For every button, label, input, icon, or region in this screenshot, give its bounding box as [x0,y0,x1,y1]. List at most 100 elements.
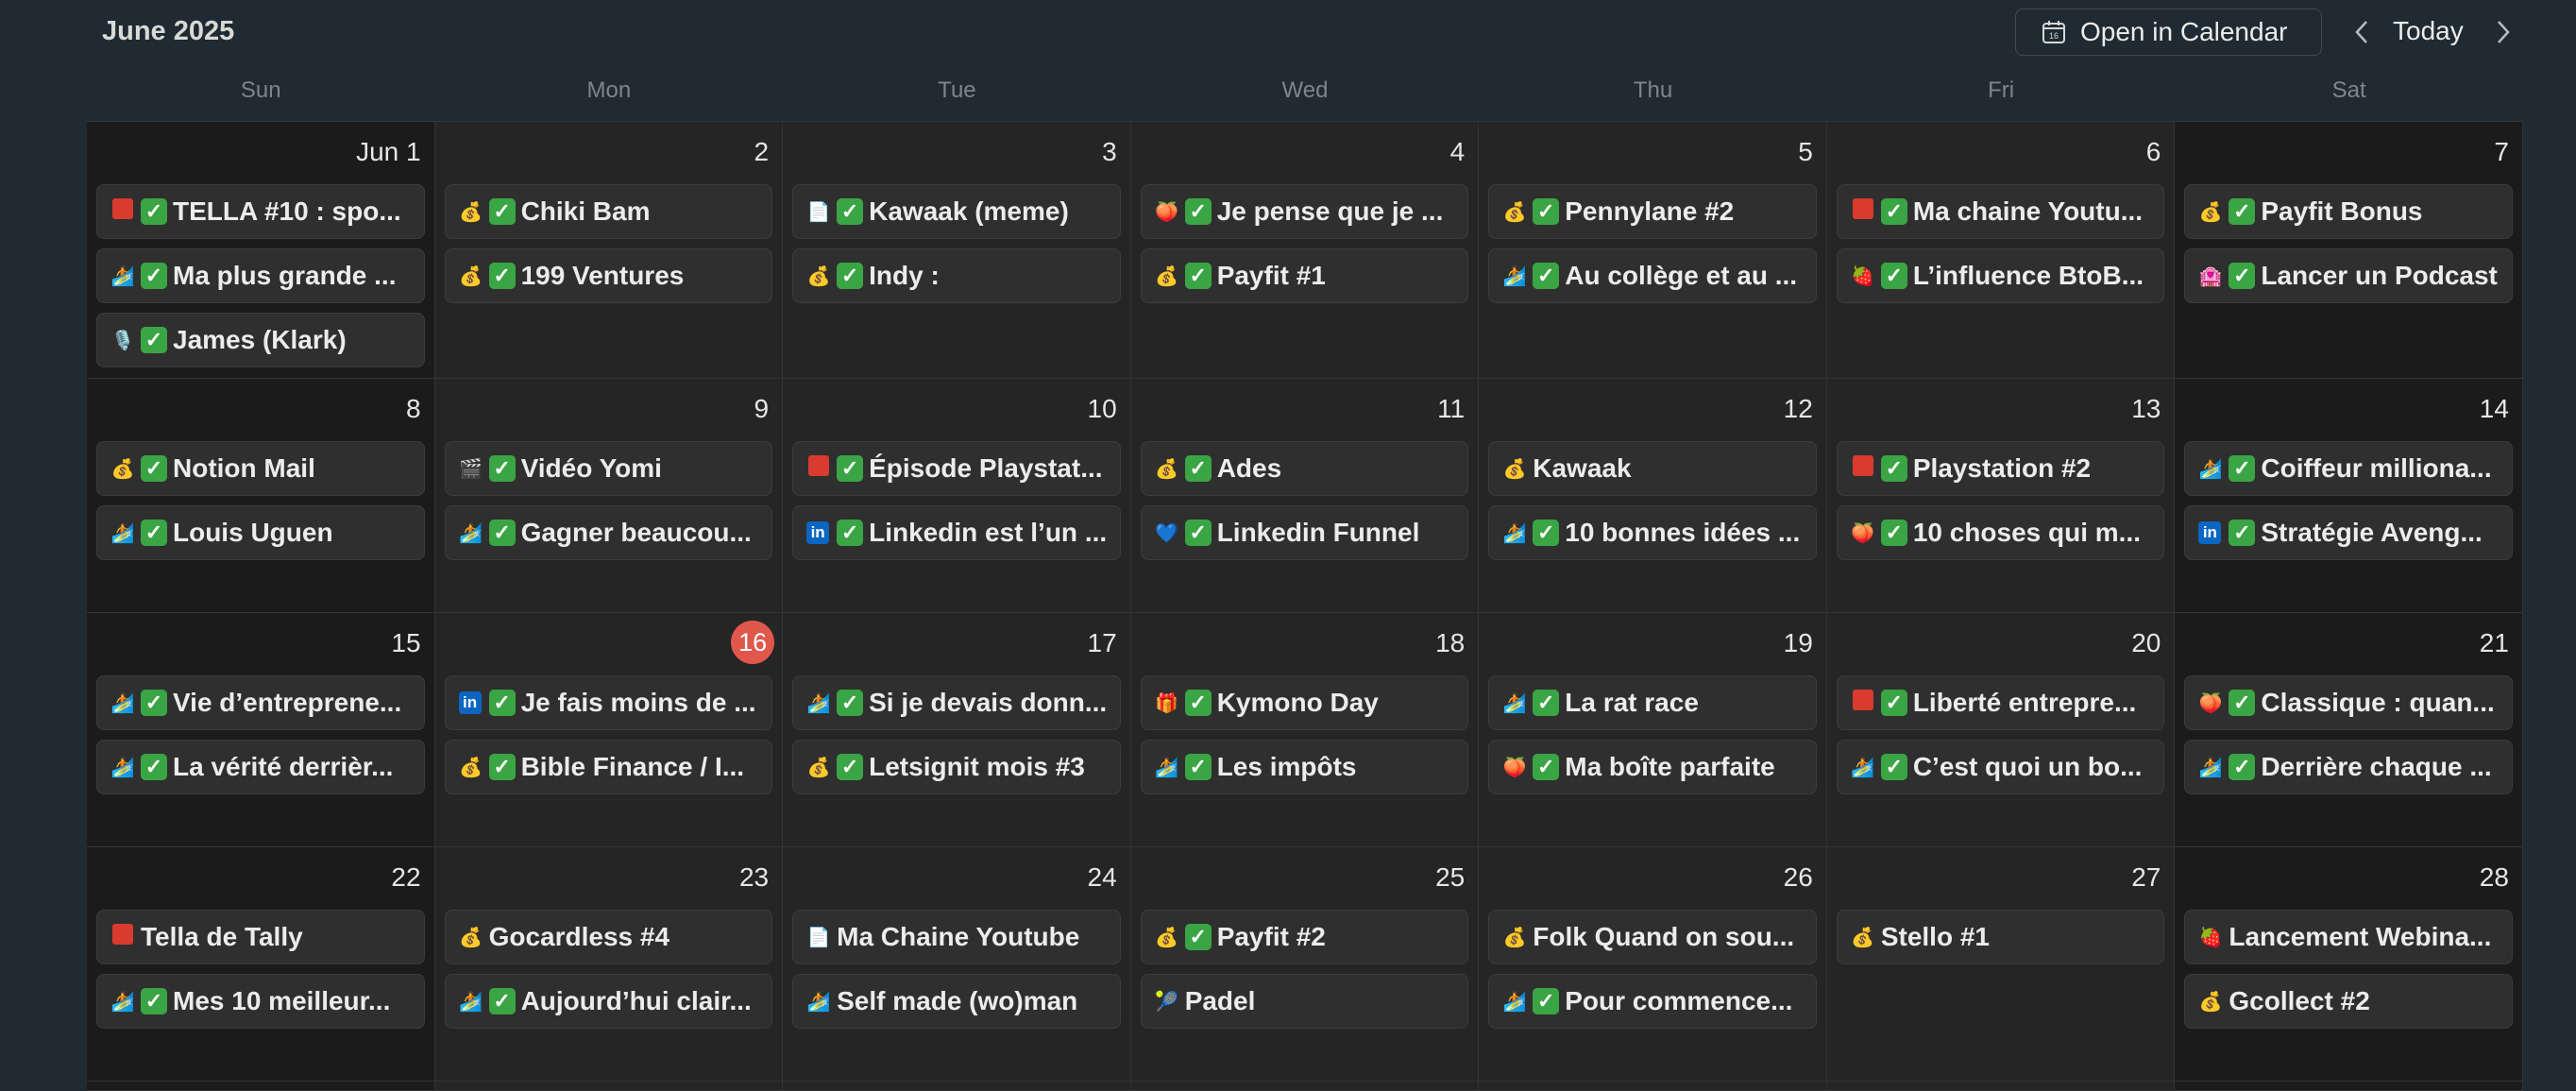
day-cell[interactable]: 15 🏄 ✓ Vie d’entreprene... 🏄 ✓ La vérité derri… [87,613,435,847]
event-chip[interactable]: 🏄 Self made (wo)man [792,974,1121,1029]
event-chip[interactable]: 🏄 ✓ Si je devais donn... [792,675,1121,730]
day-cell[interactable]: 4 🍑 ✓ Je pense que je ... 💰 ✓ Payfit #1 [1130,122,1480,379]
day-cell[interactable]: 6 ✓ Ma chaine Youtu... 🍓 ✓ L’influence BtoB..… [1826,122,2176,379]
event-chip[interactable]: 💰 ✓ Notion Mail [96,441,425,496]
event-chip[interactable]: ✓ TELLA #10 : spo... [96,184,425,239]
event-chip[interactable]: 🏄 ✓ Pour commence... [1488,974,1817,1029]
event-chip[interactable]: 🎬 ✓ Vidéo Yomi [444,441,773,496]
day-cell[interactable]: 24 📄 Ma Chaine Youtube 🏄 Self made (wo)man [783,847,1131,1082]
event-title: La vérité derrièr... [173,752,394,781]
event-chip[interactable]: 🍑 ✓ Classique : quan... [2184,675,2513,730]
event-chip[interactable]: Tella de Tally [96,910,425,964]
event-chip[interactable]: 🍓 Lancement Webina... [2184,910,2513,964]
day-cell[interactable]: 22 Tella de Tally 🏄 ✓ Mes 10 meilleur... [87,847,435,1082]
day-cell[interactable]: 19 🏄 ✓ La rat race 🍑 ✓ Ma boîte parfaite [1479,613,1827,847]
day-cell[interactable]: 5 💰 ✓ Pennylane #2 🏄 ✓ Au collège et au ... [1479,122,1827,379]
checkmark-icon: ✓ [488,690,516,716]
event-chip[interactable]: 🏄 ✓ Coiffeur milliona... [2184,441,2513,496]
event-title: 10 bonnes idées ... [1565,518,1801,547]
event-chip[interactable]: 💰 Folk Quand on sou... [1488,910,1817,964]
day-cell[interactable]: 10 ✓ Épisode Playstat... in ✓ Linkedin est l’… [783,379,1131,613]
today-button[interactable]: Today [2393,16,2464,46]
event-chip[interactable]: 🍓 ✓ L’influence BtoB... [1836,248,2165,303]
event-chip[interactable]: 🏄 ✓ Ma plus grande ... [96,248,425,303]
event-chip[interactable]: 🏄 ✓ Au collège et au ... [1488,248,1817,303]
open-in-calendar-button[interactable]: 16 Open in Calendar [2015,9,2322,56]
day-cell[interactable]: 23 💰 Gocardless #4 🏄 ✓ Aujourd’hui clair... [434,847,784,1082]
next-month-button[interactable] [2489,13,2517,51]
event-chip[interactable]: 🏄 ✓ La vérité derrièr... [96,740,425,794]
day-number: 5 [1798,137,1813,166]
event-chip[interactable]: 📄 ✓ Kawaak (meme) [792,184,1121,239]
event-chip[interactable]: 💙 ✓ Linkedin Funnel [1140,505,1469,560]
event-chip[interactable]: 🏄 ✓ Mes 10 meilleur... [96,974,425,1029]
event-chip[interactable]: 🏩 ✓ Lancer un Podcast [2184,248,2513,303]
event-chip[interactable]: in ✓ Linkedin est l’un ... [792,505,1121,560]
day-cell[interactable]: Jun 1 ✓ TELLA #10 : spo... 🏄 ✓ Ma plus grande… [87,122,435,379]
event-title: Mes 10 meilleur... [173,986,391,1015]
money-bag-icon: 💰 [806,265,831,287]
event-chip[interactable]: 🏄 ✓ La rat race [1488,675,1817,730]
event-chip[interactable]: 🍑 ✓ Ma boîte parfaite [1488,740,1817,794]
day-cell[interactable]: 11 💰 ✓ Ades 💙 ✓ Linkedin Funnel [1130,379,1480,613]
day-cell[interactable]: 20 ✓ Liberté entrepre... 🏄 ✓ C’est quoi un bo… [1826,613,2176,847]
event-chip[interactable]: 💰 ✓ Payfit #1 [1140,248,1469,303]
event-chip[interactable]: ✓ Playstation #2 [1836,441,2165,496]
event-chip[interactable]: 💰 ✓ Chiki Bam [444,184,773,239]
day-cell[interactable]: 2 💰 ✓ Chiki Bam 💰 ✓ 199 Ventures [434,122,784,379]
day-cell[interactable]: 16 in ✓ Je fais moins de ... 💰 ✓ Bible Finance… [434,613,784,847]
day-cell[interactable]: 28 🍓 Lancement Webina... 💰 Gcollect #2 [2175,847,2523,1082]
event-chip[interactable]: 💰 ✓ Bible Finance / I... [444,740,773,794]
day-cell[interactable]: 7 💰 ✓ Payfit Bonus 🏩 ✓ Lancer un Podcast [2175,122,2523,379]
event-chip[interactable]: 📄 Ma Chaine Youtube [792,910,1121,964]
event-chip[interactable]: 🏄 ✓ Les impôts [1140,740,1469,794]
day-cell[interactable]: 14 🏄 ✓ Coiffeur milliona... in ✓ Stratégie Ave… [2175,379,2523,613]
event-chip[interactable]: 🍑 ✓ Je pense que je ... [1140,184,1469,239]
day-cell[interactable]: 9 🎬 ✓ Vidéo Yomi 🏄 ✓ Gagner beaucou... [434,379,784,613]
event-title: Gocardless #4 [488,922,670,951]
day-cell[interactable]: 18 🎁 ✓ Kymono Day 🏄 ✓ Les impôts [1130,613,1480,847]
event-chip[interactable]: 💰 ✓ Ades [1140,441,1469,496]
day-cell[interactable]: 27 💰 Stello #1 [1826,847,2176,1082]
event-chip[interactable]: 🏄 ✓ Derrière chaque ... [2184,740,2513,794]
event-chip[interactable]: 🎁 ✓ Kymono Day [1140,675,1469,730]
event-chip[interactable]: ✓ Liberté entrepre... [1836,675,2165,730]
day-cell[interactable]: 26 💰 Folk Quand on sou... 🏄 ✓ Pour commence..… [1479,847,1827,1082]
event-chip[interactable]: 💰 ✓ 199 Ventures [444,248,773,303]
event-chip[interactable]: 💰 ✓ Indy : [792,248,1121,303]
event-chip[interactable]: 💰 ✓ Pennylane #2 [1488,184,1817,239]
day-cell[interactable]: 12 💰 Kawaak 🏄 ✓ 10 bonnes idées ... [1479,379,1827,613]
event-chip[interactable]: 🏄 ✓ Aujourd’hui clair... [444,974,773,1029]
day-cell[interactable]: 13 ✓ Playstation #2 🍑 ✓ 10 choses qui m... [1826,379,2176,613]
event-chip[interactable]: 🏄 ✓ C’est quoi un bo... [1836,740,2165,794]
event-chip[interactable]: 💰 Kawaak [1488,441,1817,496]
linkedin-icon: in [2198,521,2223,544]
money-bag-icon: 💰 [1502,458,1527,480]
day-cell[interactable]: 17 🏄 ✓ Si je devais donn... 💰 ✓ Letsignit mois… [783,613,1131,847]
day-cell[interactable]: 3 📄 ✓ Kawaak (meme) 💰 ✓ Indy : [783,122,1131,379]
event-chip[interactable]: ✓ Épisode Playstat... [792,441,1121,496]
event-chip[interactable]: 💰 Gocardless #4 [444,910,773,964]
day-cell[interactable]: 8 💰 ✓ Notion Mail 🏄 ✓ Louis Uguen [87,379,435,613]
day-cell[interactable]: 25 💰 ✓ Payfit #2 🎾 Padel [1130,847,1480,1082]
event-chip[interactable]: 🏄 ✓ Vie d’entreprene... [96,675,425,730]
event-chip[interactable]: 💰 ✓ Letsignit mois #3 [792,740,1121,794]
event-title: Payfit #2 [1216,922,1326,951]
event-chip[interactable]: 💰 ✓ Payfit Bonus [2184,184,2513,239]
event-chip[interactable]: 🏄 ✓ 10 bonnes idées ... [1488,505,1817,560]
event-chip[interactable]: in ✓ Stratégie Aveng... [2184,505,2513,560]
event-chip[interactable]: 🍑 ✓ 10 choses qui m... [1836,505,2165,560]
day-cell[interactable]: 21 🍑 ✓ Classique : quan... 🏄 ✓ Derrière chaque… [2175,613,2523,847]
event-chip[interactable]: 💰 Stello #1 [1836,910,2165,964]
event-chip[interactable]: ✓ Ma chaine Youtu... [1836,184,2165,239]
event-chip[interactable]: 🏄 ✓ Gagner beaucou... [444,505,773,560]
checkmark-icon: ✓ [488,198,516,225]
event-chip[interactable]: 🎾 Padel [1140,974,1469,1029]
event-chip[interactable]: 🎙️ ✓ James (Klark) [96,313,425,367]
previous-month-button[interactable] [2347,13,2376,51]
event-chip[interactable]: 💰 ✓ Payfit #2 [1140,910,1469,964]
event-chip[interactable]: in ✓ Je fais moins de ... [444,675,773,730]
strawberry-icon: 🍓 [2198,927,2223,948]
event-chip[interactable]: 🏄 ✓ Louis Uguen [96,505,425,560]
event-chip[interactable]: 💰 Gcollect #2 [2184,974,2513,1029]
